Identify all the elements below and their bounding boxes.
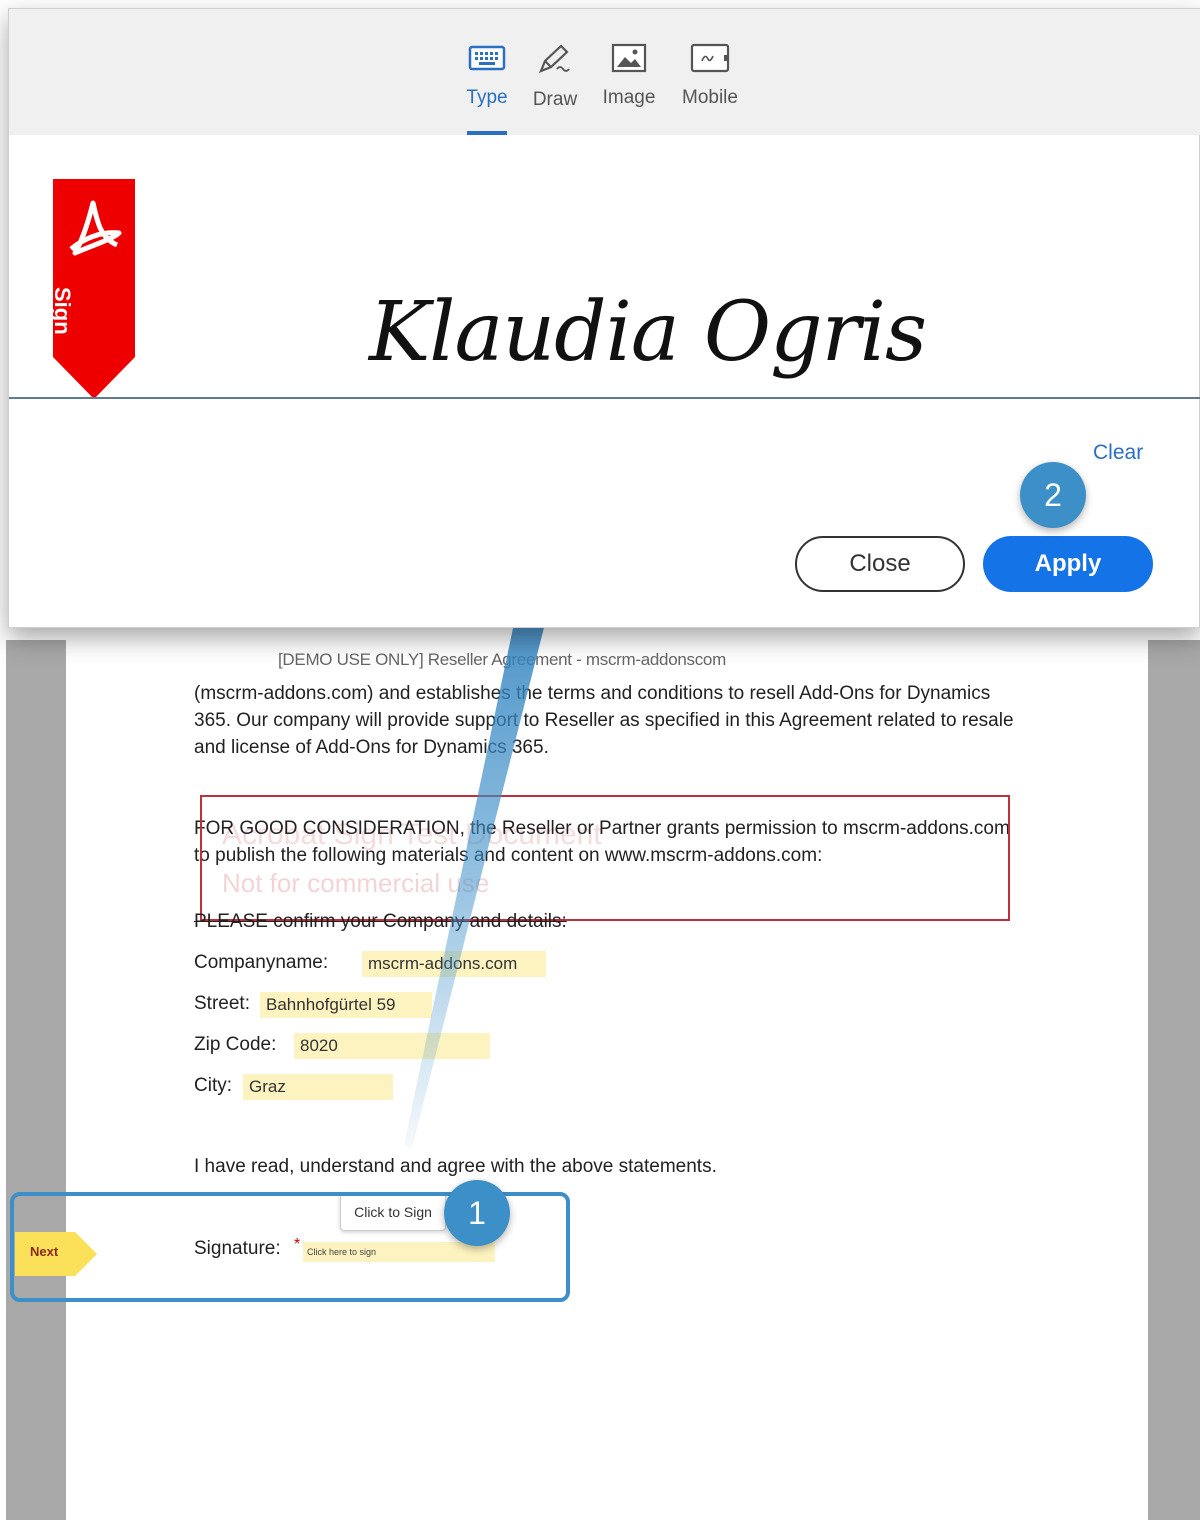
tab-draw[interactable]: Draw [529,43,581,135]
dialog-header: Type Draw Image Mobile [9,9,1200,135]
tab-type-label: Type [466,87,508,108]
company-field[interactable]: mscrm-addons.com [362,951,546,977]
active-tab-indicator [467,131,507,135]
typed-signature: Klaudia Ogris [369,285,927,380]
confirm-paragraph: PLEASE confirm your Company and details: [194,911,567,932]
step-1-badge: 1 [444,1180,510,1246]
tab-mobile-label: Mobile [682,87,738,108]
mobile-icon [690,43,730,73]
image-icon [611,43,647,73]
right-gutter [1148,640,1200,1520]
street-label: Street: [194,993,250,1014]
apply-button[interactable]: Apply [983,536,1153,592]
highlight-rectangle [200,795,1010,921]
close-button[interactable]: Close [795,536,965,592]
tab-type[interactable]: Type [461,43,513,135]
street-field[interactable]: Bahnhofgürtel 59 [260,992,432,1018]
tab-mobile[interactable]: Mobile [675,43,745,135]
pen-icon [539,44,570,73]
intro-paragraph: (mscrm-addons.com) and establishes the t… [194,683,1014,758]
company-label: Companyname: [194,952,329,973]
zip-field[interactable]: 8020 [294,1033,490,1059]
signature-baseline [9,397,1200,399]
tab-draw-label: Draw [532,89,578,110]
signature-dialog: Type Draw Image Mobile Sign Klaudia Ogri… [8,8,1200,628]
left-gutter [6,640,66,1520]
city-field[interactable]: Graz [243,1074,393,1100]
document-header: [DEMO USE ONLY] Reseller Agreement - msc… [278,650,726,669]
tab-image[interactable]: Image [599,43,659,135]
clear-link[interactable]: Clear [1093,441,1143,465]
keyboard-icon [468,45,506,71]
step-2-badge: 2 [1020,462,1086,528]
sign-ribbon-label: Sign [50,287,75,335]
agree-statement: I have read, understand and agree with t… [194,1156,717,1177]
city-label: City: [194,1075,232,1096]
tab-image-label: Image [602,87,656,108]
zip-label: Zip Code: [194,1034,277,1055]
